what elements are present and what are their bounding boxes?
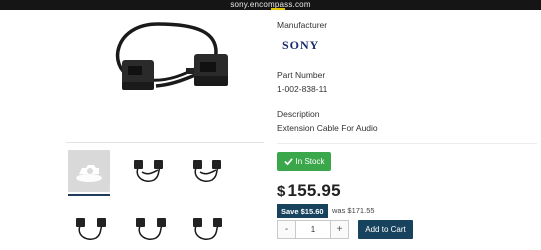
main-product-image[interactable]	[108, 14, 264, 136]
savings-badge: Save $15.60	[277, 204, 328, 218]
description-label: Description	[277, 109, 320, 119]
savings-text: Save $15.60	[281, 206, 324, 216]
browser-url-bar[interactable]: sony.encompass.com	[0, 0, 541, 10]
stock-status-badge: In Stock	[277, 152, 331, 171]
gallery-divider	[66, 142, 264, 143]
quantity-input[interactable]: 1	[296, 220, 330, 239]
quantity-increase-button[interactable]: +	[330, 220, 349, 239]
image-placeholder-icon	[76, 165, 102, 182]
info-divider	[277, 143, 537, 144]
part-number-label: Part Number	[277, 70, 326, 80]
stock-status-text: In Stock	[295, 157, 325, 166]
part-number-value: 1-002-838-11	[277, 84, 328, 94]
quantity-decrease-button[interactable]: -	[277, 220, 296, 239]
add-to-cart-button[interactable]: Add to Cart	[358, 220, 413, 239]
check-icon	[283, 158, 293, 166]
description-value: Extension Cable For Audio	[277, 123, 378, 133]
thumbnail-cable-3[interactable]	[70, 208, 112, 250]
price-value: 155.95	[287, 181, 341, 200]
product-price: $155.95	[277, 181, 341, 201]
thumbnail-placeholder[interactable]	[68, 150, 110, 196]
thumbnail-cable-2[interactable]	[186, 150, 228, 192]
loading-indicator	[271, 8, 285, 10]
was-price: was $171.55	[332, 206, 375, 215]
thumbnail-cable-4[interactable]	[130, 208, 172, 250]
manufacturer-logo: SONY	[282, 38, 320, 52]
thumbnail-cable-5[interactable]	[186, 208, 228, 250]
thumbnail-cable-1[interactable]	[128, 150, 170, 192]
manufacturer-label: Manufacturer	[277, 20, 328, 30]
currency-symbol: $	[277, 183, 286, 200]
